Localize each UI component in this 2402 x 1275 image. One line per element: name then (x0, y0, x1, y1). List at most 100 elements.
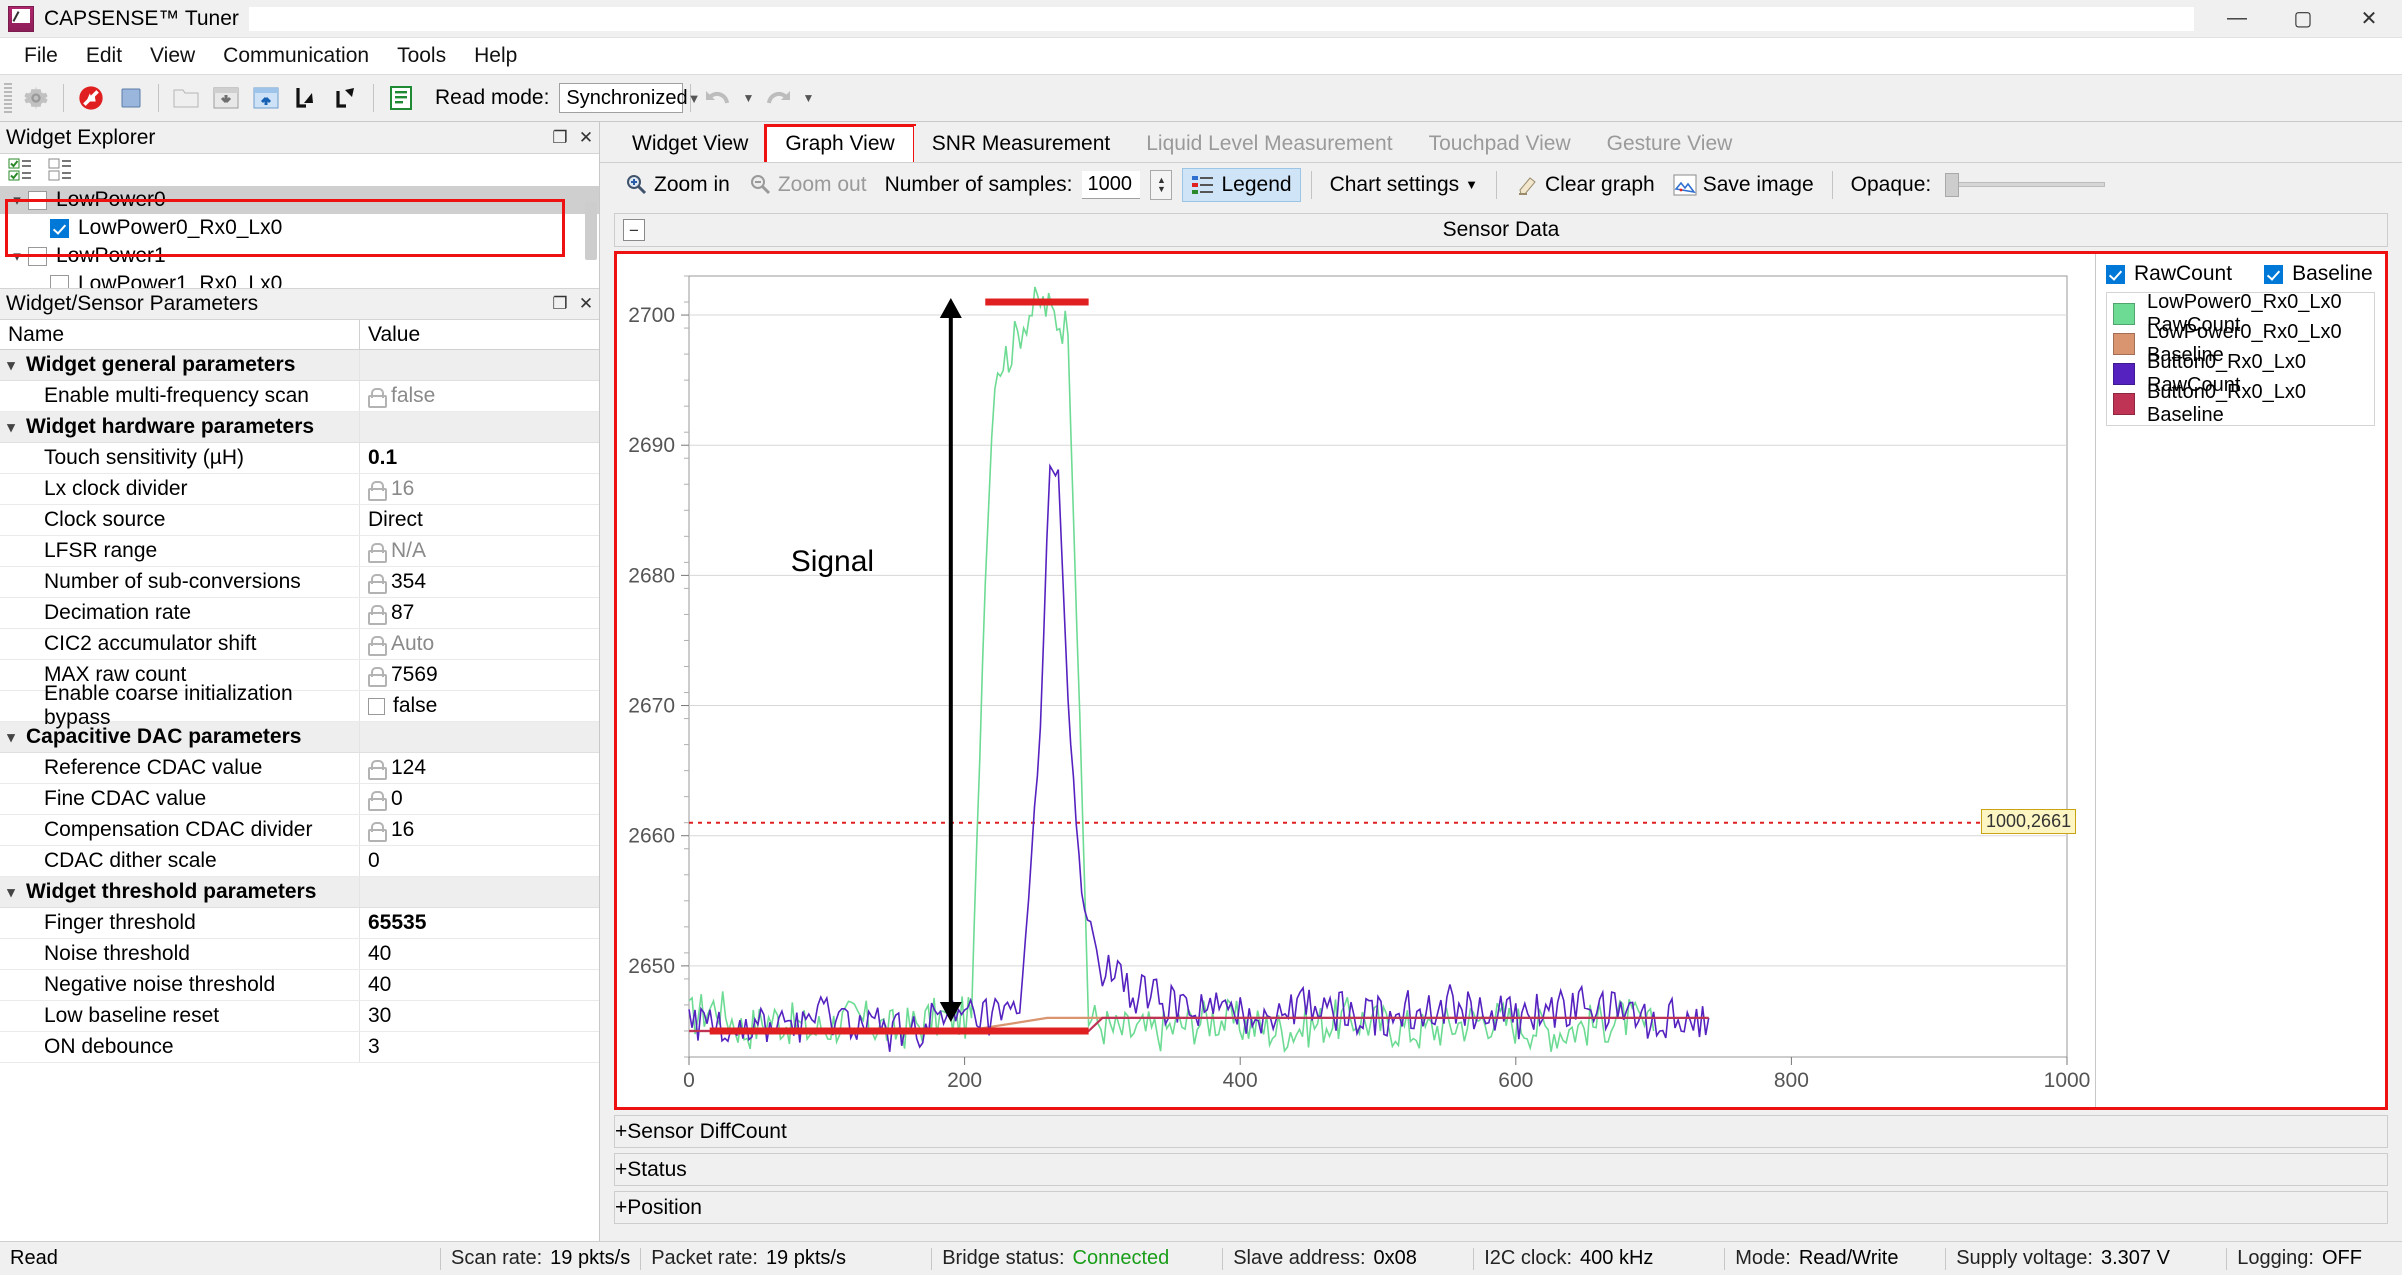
chevron-down-icon[interactable]: ▾ (0, 728, 22, 746)
legend-series-row[interactable]: Button0_Rx0_Lx0 Baseline (2113, 381, 2368, 426)
tab-widget-view[interactable]: Widget View (614, 125, 767, 162)
sensor-data-section-header[interactable]: − Sensor Data (614, 213, 2388, 247)
import-icon[interactable] (286, 78, 326, 118)
stop-scan-icon[interactable] (71, 78, 111, 118)
apply-to-device-icon[interactable] (206, 78, 246, 118)
tree-item-lowpower0-rx0-lx0[interactable]: LowPower0_Rx0_Lx0 (0, 214, 599, 242)
tree-scrollbar[interactable] (585, 202, 597, 260)
parameter-value-cell[interactable]: 16 (360, 815, 599, 845)
check-all-icon[interactable] (8, 158, 36, 182)
menu-communication[interactable]: Communication (209, 40, 383, 72)
parameter-value-cell[interactable]: N/A (360, 536, 599, 566)
slider-knob[interactable] (1945, 172, 1960, 197)
parameter-row[interactable]: Clock source Direct (0, 505, 599, 536)
chevron-down-icon[interactable]: ▾ (0, 418, 22, 436)
parameter-value-cell[interactable]: 0 (360, 846, 599, 876)
checkbox-checked-icon[interactable] (2264, 264, 2284, 284)
menu-help[interactable]: Help (460, 40, 531, 72)
save-image-button[interactable]: Save image (1665, 169, 1822, 201)
redo-icon[interactable] (758, 78, 798, 118)
parameter-group-row[interactable]: ▾ Widget threshold parameters (0, 877, 599, 908)
checkbox-checked-icon[interactable] (2106, 264, 2125, 284)
parameter-value-cell[interactable]: 30 (360, 1001, 599, 1031)
parameter-row[interactable]: ON debounce 3 (0, 1032, 599, 1063)
chevron-down-icon[interactable]: ▾ (6, 191, 28, 209)
sensor-data-plot[interactable]: 2650 2660 2670 2680 2690 2700 0 200 400 600 800 100… (617, 254, 2095, 1107)
undock-icon[interactable]: ❐ (547, 291, 573, 317)
tree-checkbox[interactable] (50, 274, 69, 288)
parameter-value-cell[interactable]: false (360, 381, 599, 411)
tree-item-lowpower1-rx0-lx0[interactable]: LowPower1_Rx0_Lx0 (0, 270, 599, 288)
parameter-row[interactable]: Touch sensitivity (µH) 0.1 (0, 443, 599, 474)
parameter-value-cell[interactable]: 87 (360, 598, 599, 628)
chevron-down-icon[interactable]: ▾ (0, 356, 22, 374)
parameter-value-cell[interactable]: 40 (360, 970, 599, 1000)
maximize-button[interactable]: ▢ (2270, 0, 2336, 37)
samples-input[interactable]: 1000 (1082, 170, 1141, 199)
minimize-button[interactable]: — (2204, 0, 2270, 37)
chart-settings-button[interactable]: Chart settings ▼ (1322, 169, 1486, 201)
stop-icon[interactable] (111, 78, 151, 118)
uncheck-all-icon[interactable] (48, 158, 76, 182)
tree-checkbox-checked[interactable] (50, 218, 69, 238)
close-button[interactable]: ✕ (2336, 0, 2402, 37)
parameter-group-row[interactable]: ▾ Widget hardware parameters (0, 412, 599, 443)
chevron-down-icon[interactable]: ▾ (6, 247, 28, 265)
parameter-row[interactable]: Finger threshold 65535 (0, 908, 599, 939)
sensor-diffcount-section-header[interactable]: + Sensor DiffCount (614, 1115, 2388, 1148)
parameter-row[interactable]: Enable multi-frequency scan false (0, 381, 599, 412)
legend-toggle-baseline[interactable]: Baseline (2264, 262, 2373, 286)
legend-toggle-rawcount[interactable]: RawCount (2106, 262, 2232, 286)
tree-checkbox[interactable] (28, 190, 47, 210)
tab-graph-view[interactable]: Graph View (764, 123, 916, 162)
parameter-row[interactable]: CIC2 accumulator shift Auto (0, 629, 599, 660)
undo-dropdown-icon[interactable]: ▼ (738, 78, 758, 118)
read-mode-select[interactable]: Synchronized ▼ (559, 83, 700, 113)
parameter-value-cell[interactable]: Auto (360, 629, 599, 659)
parameter-value-cell[interactable]: 7569 (360, 660, 599, 690)
parameter-row[interactable]: LFSR range N/A (0, 536, 599, 567)
parameter-row[interactable]: Reference CDAC value 124 (0, 753, 599, 784)
parameter-row[interactable]: CDAC dither scale 0 (0, 846, 599, 877)
parameter-value-cell[interactable]: 0.1 (360, 443, 599, 473)
close-icon[interactable]: ✕ (573, 125, 599, 151)
parameter-row[interactable]: Number of sub-conversions 354 (0, 567, 599, 598)
parameter-row[interactable]: Lx clock divider 16 (0, 474, 599, 505)
log-icon[interactable] (381, 78, 421, 118)
menu-view[interactable]: View (136, 40, 209, 72)
expand-icon[interactable]: + (615, 1120, 627, 1144)
parameter-row[interactable]: Negative noise threshold 40 (0, 970, 599, 1001)
menu-file[interactable]: File (10, 40, 72, 72)
parameter-value-cell[interactable] (360, 350, 599, 380)
parameter-row[interactable]: Decimation rate 87 (0, 598, 599, 629)
tree-item-lowpower1[interactable]: ▾ LowPower1 (0, 242, 599, 270)
zoom-in-button[interactable]: Zoom in (616, 169, 738, 201)
toolbar-grip[interactable] (4, 83, 12, 113)
parameter-row[interactable]: Noise threshold 40 (0, 939, 599, 970)
legend-toggle-button[interactable]: Legend (1182, 167, 1301, 202)
parameter-value-cell[interactable]: 124 (360, 753, 599, 783)
parameter-value-cell[interactable]: false (360, 691, 599, 721)
parameter-row[interactable]: Enable coarse initialization bypass false (0, 682, 599, 729)
menu-edit[interactable]: Edit (72, 40, 136, 72)
stepper-down-icon[interactable]: ▼ (1157, 184, 1166, 194)
clear-graph-button[interactable]: Clear graph (1507, 169, 1663, 201)
gear-icon[interactable] (16, 78, 56, 118)
tree-item-lowpower0[interactable]: ▾ LowPower0 (0, 186, 599, 214)
parameter-value-cell[interactable] (360, 877, 599, 907)
parameter-value-cell[interactable]: Direct (360, 505, 599, 535)
expand-icon[interactable]: + (615, 1196, 627, 1220)
parameter-group-row[interactable]: ▾ Capacitive DAC parameters (0, 722, 599, 753)
parameter-value-cell[interactable] (360, 722, 599, 752)
parameter-group-row[interactable]: ▾ Widget general parameters (0, 350, 599, 381)
zoom-out-button[interactable]: Zoom out (740, 169, 875, 201)
parameter-value-cell[interactable]: 0 (360, 784, 599, 814)
position-section-header[interactable]: + Position (614, 1191, 2388, 1224)
export-icon[interactable] (326, 78, 366, 118)
samples-stepper[interactable]: ▲ ▼ (1150, 169, 1173, 200)
status-section-header[interactable]: + Status (614, 1153, 2388, 1186)
parameter-row[interactable]: Compensation CDAC divider 16 (0, 815, 599, 846)
parameter-value-cell[interactable] (360, 412, 599, 442)
parameter-checkbox[interactable] (368, 697, 385, 715)
undock-icon[interactable]: ❐ (547, 125, 573, 151)
